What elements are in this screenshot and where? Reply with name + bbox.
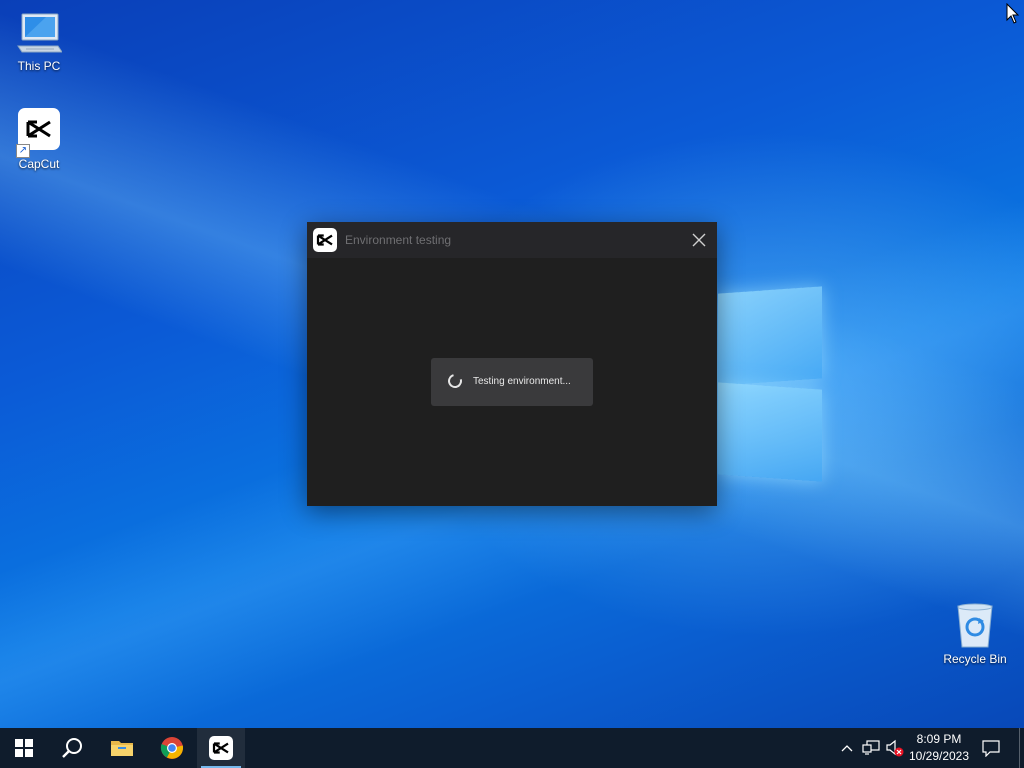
notification-button[interactable] bbox=[981, 738, 1001, 758]
desktop: This PC ↗ CapCut Recycle Bin Environment… bbox=[0, 0, 1024, 728]
close-button[interactable] bbox=[687, 228, 711, 252]
windows-icon bbox=[15, 739, 33, 757]
desktop-icon-label: Recycle Bin bbox=[943, 652, 1007, 666]
notification-icon bbox=[982, 740, 1000, 757]
capcut-icon bbox=[209, 736, 233, 760]
folder-icon bbox=[111, 741, 133, 756]
desktop-icon-label: CapCut bbox=[18, 157, 60, 171]
dialog-titlebar[interactable]: Environment testing bbox=[307, 222, 717, 258]
chrome-icon bbox=[160, 737, 184, 759]
capcut-icon: ↗ bbox=[16, 108, 62, 158]
status-toast: Testing environment... bbox=[431, 358, 593, 406]
clock[interactable]: 8:09 PM 10/29/2023 bbox=[904, 731, 974, 765]
network-icon bbox=[862, 740, 880, 755]
dialog-title: Environment testing bbox=[345, 233, 452, 247]
file-explorer-button[interactable] bbox=[98, 728, 146, 768]
desktop-icon-capcut[interactable]: ↗ CapCut bbox=[1, 108, 77, 171]
clock-time: 8:09 PM bbox=[916, 732, 962, 746]
capcut-icon bbox=[313, 228, 337, 252]
close-icon bbox=[692, 233, 706, 247]
chrome-button[interactable] bbox=[148, 728, 196, 768]
computer-icon bbox=[16, 10, 63, 56]
volume-muted-icon bbox=[886, 739, 904, 757]
status-message: Testing environment... bbox=[473, 376, 571, 387]
desktop-icon-label: This PC bbox=[17, 59, 61, 73]
environment-testing-dialog: Environment testing Testing environment.… bbox=[307, 222, 717, 506]
start-button[interactable] bbox=[0, 728, 48, 768]
mouse-cursor-icon bbox=[1006, 3, 1020, 24]
taskbar: 8:09 PM 10/29/2023 bbox=[0, 728, 1024, 768]
volume-button[interactable] bbox=[885, 738, 905, 758]
recycle-bin-icon bbox=[952, 603, 998, 649]
desktop-icon-recycle-bin[interactable]: Recycle Bin bbox=[937, 603, 1013, 666]
capcut-taskbar-button[interactable] bbox=[197, 728, 245, 768]
desktop-icon-this-pc[interactable]: This PC bbox=[1, 10, 77, 73]
clock-date: 10/29/2023 bbox=[908, 749, 970, 763]
wallpaper-logo-pane bbox=[718, 382, 822, 482]
chevron-up-icon bbox=[841, 745, 853, 752]
search-icon bbox=[62, 738, 82, 758]
show-desktop-button[interactable] bbox=[1019, 728, 1024, 768]
shortcut-arrow-icon: ↗ bbox=[16, 144, 30, 158]
loading-spinner-icon bbox=[445, 371, 465, 391]
search-button[interactable] bbox=[48, 728, 96, 768]
wallpaper-logo-pane bbox=[718, 286, 822, 386]
network-button[interactable] bbox=[861, 738, 881, 758]
show-hidden-icons-button[interactable] bbox=[837, 738, 857, 758]
